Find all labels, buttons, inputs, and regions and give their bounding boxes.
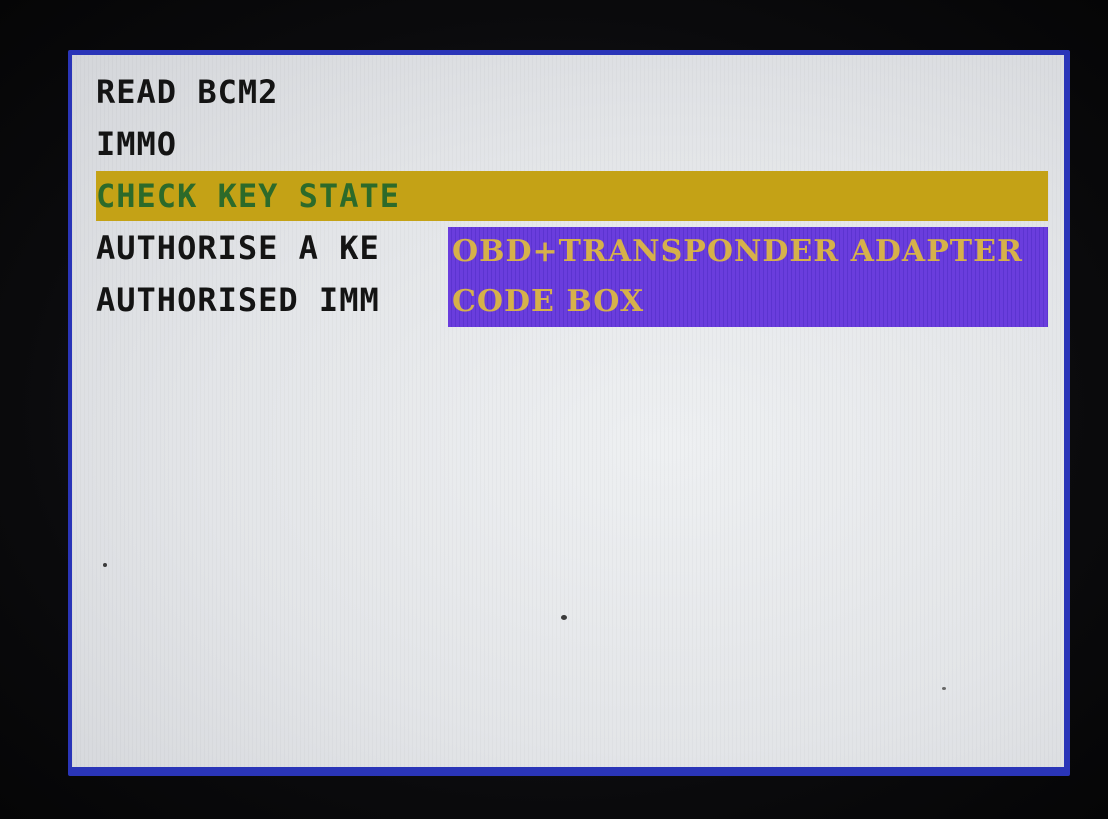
screen-speck bbox=[942, 687, 946, 690]
screen-bezel: READ BCM2 IMMO CHECK KEY STATE AUTHORISE… bbox=[68, 50, 1070, 776]
popup-option-code-box[interactable]: CODE BOX bbox=[452, 277, 644, 327]
screen-speck bbox=[561, 615, 567, 620]
menu-item-read-bcm2[interactable]: READ BCM2 bbox=[96, 67, 278, 117]
menu-item-authorise-a-key[interactable]: AUTHORISE A KE bbox=[96, 223, 380, 273]
menu-item-immo[interactable]: IMMO bbox=[96, 119, 177, 169]
menu-item-check-key-state[interactable]: CHECK KEY STATE bbox=[96, 171, 400, 221]
adapter-popup-menu: OBD+TRANSPONDER ADAPTER CODE BOX bbox=[448, 227, 1048, 327]
screen-speck bbox=[103, 563, 107, 567]
popup-option-obd-transponder-adapter[interactable]: OBD+TRANSPONDER ADAPTER bbox=[452, 227, 1023, 277]
diagnostic-device: READ BCM2 IMMO CHECK KEY STATE AUTHORISE… bbox=[0, 0, 1108, 819]
menu-item-authorised-immo[interactable]: AUTHORISED IMM bbox=[96, 275, 380, 325]
display-screen: READ BCM2 IMMO CHECK KEY STATE AUTHORISE… bbox=[72, 55, 1064, 767]
